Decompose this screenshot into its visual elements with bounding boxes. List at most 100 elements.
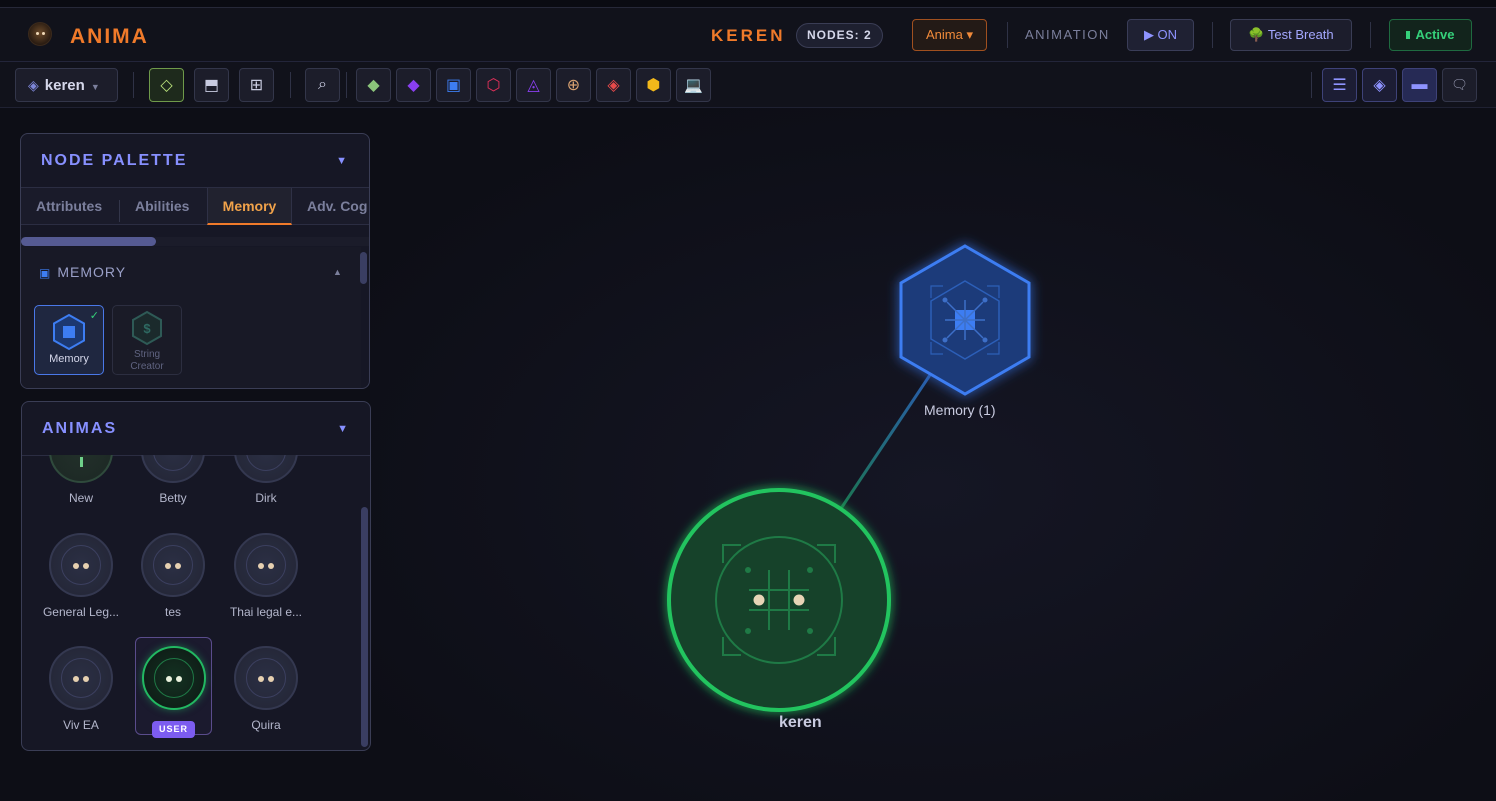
nodes-count-badge: NODES: 2 (796, 23, 883, 48)
hexagon-node-icon: ⬡ (486, 77, 501, 94)
anima-item-tes[interactable]: tes (133, 533, 213, 619)
active-label: Active (1415, 27, 1455, 42)
app-name: ANIMA (70, 25, 149, 48)
tab-attributes[interactable]: Attributes (36, 188, 102, 225)
toolbar-divider (290, 72, 291, 98)
palette-item-string-creator[interactable]: $ String Creator (112, 305, 182, 375)
anima-name: Betty (159, 491, 187, 505)
memory-node-label: Memory (1) (924, 402, 996, 418)
collapse-caret-icon[interactable]: ▼ (336, 155, 347, 167)
palette-item-label: Memory (49, 353, 89, 365)
anima-item-betty[interactable]: Betty (133, 455, 213, 505)
diamond-red-node-icon: ◈ (607, 77, 620, 94)
chat-icon: 🗨 (1451, 77, 1468, 92)
select-tool-button[interactable]: ◇ (149, 68, 184, 102)
anima-item-general-legal[interactable]: General Leg... (41, 533, 121, 619)
anima-avatar (234, 533, 298, 597)
toolbar-divider (1311, 72, 1312, 98)
add-gold-hexagon-node-button[interactable]: ⬢ (636, 68, 671, 102)
anima-avatar-active (141, 646, 206, 710)
palette-item-memory[interactable]: ✓ Memory (34, 305, 104, 375)
crosshair-node-icon: ⊕ (566, 77, 581, 94)
workspace-select[interactable]: ◈ keren ▼ (15, 68, 118, 102)
anima-avatar (141, 455, 205, 483)
list-view-button[interactable]: ☰ (1322, 68, 1357, 102)
anima-node[interactable] (667, 488, 891, 712)
palette-vertical-scrollbar[interactable] (360, 252, 367, 284)
active-status-button[interactable]: Active (1389, 19, 1472, 51)
anima-item-thai-legal[interactable]: Thai legal e... (226, 533, 306, 619)
toolbar-divider (346, 72, 347, 98)
header-divider (1212, 22, 1213, 48)
chevron-down-icon: ▼ (90, 82, 100, 92)
tab-adv-cog[interactable]: Adv. Cog (307, 188, 367, 225)
window-top-strip (0, 0, 1496, 8)
collapse-caret-icon[interactable]: ▼ (337, 423, 348, 435)
palette-tabs: Attributes Abilities Memory Adv. Cog (21, 187, 369, 225)
add-crosshair-node-button[interactable]: ⊕ (556, 68, 591, 102)
memory-square-icon: ▣ (39, 266, 52, 280)
app-header: ANIMA KEREN NODES: 2 Anima ▾ ANIMATION ▶… (0, 8, 1496, 62)
workspace-title: KEREN (711, 26, 786, 45)
add-red-diamond-node-button[interactable]: ◈ (596, 68, 631, 102)
ability-node-icon: ◆ (407, 77, 420, 94)
test-breath-button[interactable]: 🌳 Test Breath (1230, 19, 1352, 51)
anima-item-quira[interactable]: Quira (226, 646, 306, 732)
grid-icon: ⊞ (249, 77, 264, 94)
animas-title: ANIMAS (42, 420, 118, 437)
panel-icon: ▬ (1411, 76, 1428, 93)
tab-memory[interactable]: Memory (207, 188, 292, 225)
anima-name: Dirk (255, 491, 277, 505)
graph-canvas[interactable] (370, 108, 1496, 801)
anima-avatar (49, 646, 113, 710)
node-palette-panel: NODE PALETTE ▼ Attributes Abilities Memo… (20, 133, 370, 389)
anima-avatar (234, 646, 298, 710)
search-button[interactable]: ⌕ (305, 68, 340, 102)
tab-divider (119, 200, 120, 222)
anima-item-dirk[interactable]: Dirk (226, 455, 306, 505)
hexagon-gold-node-icon: ⬢ (646, 77, 661, 94)
anima-item-viv-ea[interactable]: Viv EA (41, 646, 121, 732)
svg-text:$: $ (143, 321, 151, 336)
laptop-node-icon: 💻 (684, 77, 703, 94)
layout-tool-button[interactable]: ⬒ (194, 68, 229, 102)
check-icon: ✓ (89, 310, 99, 322)
scrollbar-thumb[interactable] (21, 237, 156, 246)
add-ability-node-button[interactable]: ◆ (396, 68, 431, 102)
attribute-node-icon: ◆ (367, 77, 380, 94)
memory-node-icon: ▣ (445, 77, 462, 94)
memory-section-title: MEMORY (57, 264, 127, 280)
anima-name: General Leg... (42, 605, 120, 619)
list-icon: ☰ (1332, 77, 1347, 94)
add-triangle-node-button[interactable]: ◬ (516, 68, 551, 102)
add-laptop-node-button[interactable]: 💻 (676, 68, 711, 102)
animation-toggle-button[interactable]: ▶ ON (1127, 19, 1194, 51)
tab-abilities[interactable]: Abilities (135, 188, 189, 225)
chevron-up-icon[interactable]: ▲ (333, 267, 342, 277)
header-divider (1370, 22, 1371, 48)
diamond-view-button[interactable]: ◈ (1362, 68, 1397, 102)
memory-hex-icon (53, 313, 85, 351)
memory-section-header[interactable]: ▣ MEMORY (39, 264, 126, 280)
anima-node-label: keren (779, 714, 822, 731)
palette-item-label: String Creator (130, 349, 164, 372)
workspace-select-label: keren (44, 77, 85, 94)
layout-icon: ⬒ (203, 77, 220, 94)
add-attribute-node-button[interactable]: ◆ (356, 68, 391, 102)
anima-dropdown[interactable]: Anima ▾ (912, 19, 987, 51)
active-dot-icon (1406, 31, 1411, 39)
add-memory-node-button[interactable]: ▣ (436, 68, 471, 102)
toolbar-divider (133, 72, 134, 98)
chat-button[interactable]: 🗨 (1442, 68, 1477, 102)
node-palette-title: NODE PALETTE (41, 152, 188, 169)
panel-view-button[interactable]: ▬ (1402, 68, 1437, 102)
anima-name: Quira (251, 718, 281, 732)
add-hexagon-node-button[interactable]: ⬡ (476, 68, 511, 102)
anima-item-new[interactable]: New (41, 455, 121, 505)
user-badge: USER (152, 721, 195, 738)
grid-tool-button[interactable]: ⊞ (239, 68, 274, 102)
anima-name: tes (164, 605, 181, 619)
animas-vertical-scrollbar[interactable] (361, 507, 368, 747)
anima-avatar (49, 533, 113, 597)
tabs-horizontal-scrollbar[interactable] (21, 237, 369, 246)
